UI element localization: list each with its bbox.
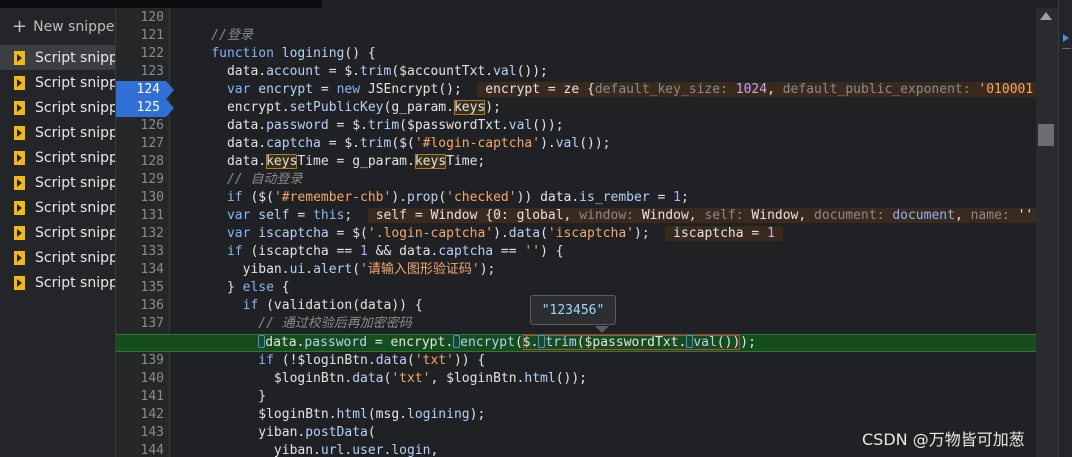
snippet-item[interactable]: Script snipp	[0, 45, 116, 70]
line-number[interactable]: 122	[116, 45, 170, 63]
line-number[interactable]: 126	[116, 117, 170, 135]
line-number[interactable]: 133	[116, 243, 170, 261]
script-file-icon	[14, 175, 25, 190]
line-number[interactable]: 121	[116, 27, 170, 45]
snippet-label: Script snipp	[35, 74, 116, 91]
code-line: data.password = $.trim($passwordTxt.val(…	[180, 118, 564, 133]
line-number[interactable]: 123	[116, 63, 170, 81]
snippet-item[interactable]: Script snipp	[0, 170, 116, 195]
code-line: $loginBtn.html(msg.logining);	[180, 407, 486, 422]
code-line: }	[180, 389, 267, 404]
script-file-icon	[14, 100, 25, 115]
line-number[interactable]: 131	[116, 207, 170, 225]
snippet-item[interactable]: Script snipp	[0, 195, 116, 220]
snippet-item[interactable]: Script snipp	[0, 145, 116, 170]
snippet-label: Script snipp	[35, 274, 116, 291]
line-number[interactable]: 143	[116, 424, 170, 442]
snippet-label: Script snipp	[35, 149, 116, 166]
divider	[1062, 48, 1071, 49]
line-number[interactable]: 140	[116, 370, 170, 388]
code-line: encrypt.setPublicKey(g_param.keys);	[180, 100, 501, 115]
script-file-icon	[14, 225, 25, 240]
code-line: yiban.ui.alert('请输入图形验证码');	[180, 262, 496, 277]
snippet-item[interactable]: Script snipp	[0, 120, 116, 145]
line-number[interactable]: 127	[116, 135, 170, 153]
line-number[interactable]: 139	[116, 352, 170, 370]
line-number[interactable]: 134	[116, 261, 170, 279]
snippet-list: Script snipp Script snipp Script snipp S…	[0, 45, 116, 295]
script-file-icon	[14, 150, 25, 165]
code-editor[interactable]: 120 121 122 123 124 125 126 127 128 129 …	[116, 8, 1036, 457]
line-number[interactable]: 142	[116, 406, 170, 424]
code-line: yiban.postData(	[180, 425, 376, 440]
snippet-item[interactable]: Script snipp	[0, 95, 116, 120]
snippet-label: Script snipp	[35, 124, 116, 141]
code-line: yiban.url.user.login,	[180, 443, 439, 457]
plus-icon: +	[12, 16, 28, 37]
snippet-item[interactable]: Script snipp	[0, 220, 116, 245]
top-dark-bar	[0, 0, 322, 8]
line-number[interactable]: 141	[116, 388, 170, 406]
code-line: data.password = encrypt. encrypt($. trim($…	[180, 334, 756, 352]
line-number[interactable]: 120	[116, 9, 170, 27]
snippets-panel: + New snippet Script snipp Script snipp …	[0, 8, 116, 457]
code-line: if (iscaptcha == 1 && data.captcha == ''…	[226, 244, 564, 259]
script-file-icon	[14, 275, 25, 290]
code-line: var encrypt = new JSEncrypt(); encrypt =…	[180, 81, 1036, 99]
code-line: //登录	[180, 28, 253, 43]
snippet-label: Script snipp	[35, 199, 116, 216]
snippet-label: Script snipp	[35, 249, 116, 266]
watermark: CSDN @万物皆可加葱	[862, 430, 1025, 449]
code-line: var iscaptcha = $('.login-captcha').data…	[180, 225, 783, 243]
breakpoint-line-number[interactable]: 125	[116, 99, 174, 117]
scrollbar-thumb[interactable]	[1038, 124, 1054, 146]
snippet-item[interactable]: Script snipp	[0, 270, 116, 295]
script-file-icon	[14, 50, 25, 65]
script-file-icon	[14, 250, 25, 265]
snippet-item[interactable]: Script snipp	[0, 70, 116, 95]
code-line: $loginBtn.data('txt', $loginBtn.html());	[180, 371, 588, 386]
vertical-scrollbar[interactable]	[1036, 8, 1058, 457]
debugger-side-panel	[1058, 0, 1072, 457]
line-number[interactable]: 132	[116, 225, 170, 243]
line-number[interactable]: 130	[116, 189, 170, 207]
snippet-label: Script snipp	[35, 174, 116, 191]
code-line: data.captcha = $.trim($('#login-captcha'…	[180, 136, 611, 151]
scroll-up-arrow-icon[interactable]	[1040, 12, 1052, 20]
code-line: var self = this; self = Window {0: globa…	[180, 207, 1036, 225]
expand-arrow-icon[interactable]	[1063, 34, 1069, 42]
line-number[interactable]: 128	[116, 153, 170, 171]
script-file-icon	[14, 125, 25, 140]
snippet-label: Script snipp	[35, 49, 116, 66]
line-number[interactable]: 137	[116, 315, 170, 333]
script-file-icon	[14, 200, 25, 215]
code-line: function logining() {	[211, 46, 376, 61]
code-line: // 自动登录	[180, 172, 303, 187]
code-line: data.account = $.trim($accountTxt.val())…	[180, 64, 548, 79]
line-number[interactable]: 135	[116, 279, 170, 297]
line-number[interactable]: 144	[116, 442, 170, 457]
line-number[interactable]: 136	[116, 297, 170, 315]
code-line: } else {	[180, 280, 290, 295]
snippet-label: Script snipp	[35, 224, 116, 241]
breakpoint-line-number[interactable]: 124	[116, 81, 174, 99]
value-tooltip: "123456"	[530, 295, 616, 333]
new-snippet-label: New snippet	[33, 19, 116, 35]
snippet-item[interactable]: Script snipp	[0, 245, 116, 270]
code-line: if (!$loginBtn.data('txt')) {	[258, 353, 486, 368]
code-line: // 通过校验后再加密密码	[180, 316, 412, 331]
line-number[interactable]: 129	[116, 171, 170, 189]
code-line: if ($('#remember-chb').prop('checked')) …	[226, 190, 689, 205]
script-file-icon	[14, 75, 25, 90]
new-snippet-button[interactable]: + New snippet	[12, 16, 116, 38]
code-line: data.keysTime = g_param.keysTime;	[180, 154, 486, 169]
snippet-label: Script snipp	[35, 99, 116, 116]
line-number-gutter[interactable]: 120 121 122 123 124 125 126 127 128 129 …	[116, 8, 174, 457]
code-line: if (validation(data)) {	[242, 298, 423, 313]
